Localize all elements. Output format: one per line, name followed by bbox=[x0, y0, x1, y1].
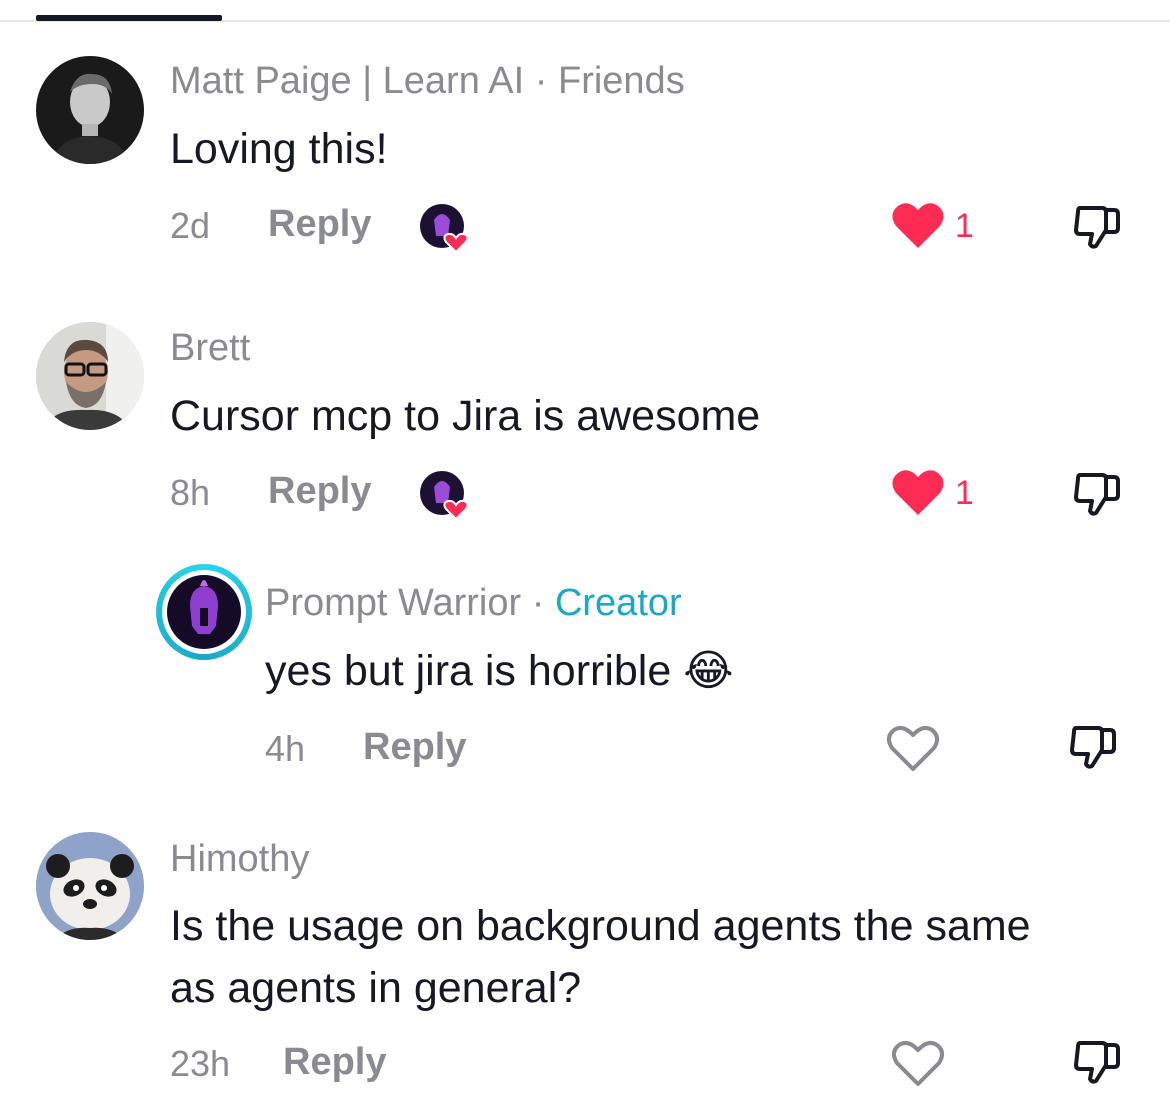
comment-text-content: yes but jira is horrible bbox=[265, 647, 672, 695]
creator-tag: Creator bbox=[554, 582, 682, 624]
comment-author-line: Brett bbox=[170, 327, 250, 370]
laughing-emoji: 😂 bbox=[683, 646, 734, 696]
author-name[interactable]: Matt Paige | Learn AI bbox=[170, 60, 524, 102]
avatar[interactable] bbox=[36, 322, 144, 430]
friends-tag: Friends bbox=[557, 60, 685, 102]
creator-avatar[interactable] bbox=[156, 564, 252, 660]
separator-dot: · bbox=[534, 60, 558, 102]
heart-filled-icon[interactable] bbox=[890, 467, 946, 517]
like-count: 1 bbox=[955, 474, 974, 512]
comment-text: yes but jira is horrible 😂 bbox=[265, 640, 733, 702]
comment-time: 23h bbox=[170, 1043, 231, 1084]
separator-dot: · bbox=[531, 582, 555, 624]
heart-outline-icon[interactable] bbox=[885, 723, 941, 773]
reply-button[interactable]: Reply bbox=[283, 1041, 386, 1084]
avatar[interactable] bbox=[36, 832, 144, 940]
creator-liked-badge-icon bbox=[418, 200, 474, 256]
comment-text-line: Is the usage on background agents the sa… bbox=[170, 902, 1031, 950]
avatar[interactable] bbox=[36, 56, 144, 164]
creator-liked-badge-icon bbox=[418, 467, 474, 523]
comment-time: 2d bbox=[170, 205, 211, 246]
reply-button[interactable]: Reply bbox=[363, 726, 466, 769]
heart-outline-icon[interactable] bbox=[890, 1038, 946, 1088]
comment-time: 8h bbox=[170, 472, 211, 513]
comment-author-line: Himothy bbox=[170, 838, 309, 881]
comment-author-line: Prompt Warrior · Creator bbox=[265, 582, 682, 625]
author-name[interactable]: Himothy bbox=[170, 838, 309, 880]
thumbs-down-icon[interactable] bbox=[1072, 469, 1122, 519]
comment-text: Is the usage on background agents the sa… bbox=[170, 895, 1031, 1019]
comment-time: 4h bbox=[265, 728, 306, 769]
thumbs-down-icon[interactable] bbox=[1068, 722, 1118, 772]
active-tab-indicator bbox=[36, 15, 222, 21]
comment-text: Cursor mcp to Jira is awesome bbox=[170, 392, 761, 440]
comment-author-line: Matt Paige | Learn AI · Friends bbox=[170, 60, 685, 103]
comment-text: Loving this! bbox=[170, 125, 388, 173]
thumbs-down-icon[interactable] bbox=[1072, 1037, 1122, 1087]
author-name[interactable]: Brett bbox=[170, 327, 250, 369]
reply-button[interactable]: Reply bbox=[268, 470, 371, 513]
like-count: 1 bbox=[955, 207, 974, 245]
heart-filled-icon[interactable] bbox=[890, 200, 946, 250]
comment-text-line: as agents in general? bbox=[170, 964, 582, 1012]
thumbs-down-icon[interactable] bbox=[1072, 202, 1122, 252]
author-name[interactable]: Prompt Warrior bbox=[265, 582, 521, 624]
reply-button[interactable]: Reply bbox=[268, 203, 371, 246]
